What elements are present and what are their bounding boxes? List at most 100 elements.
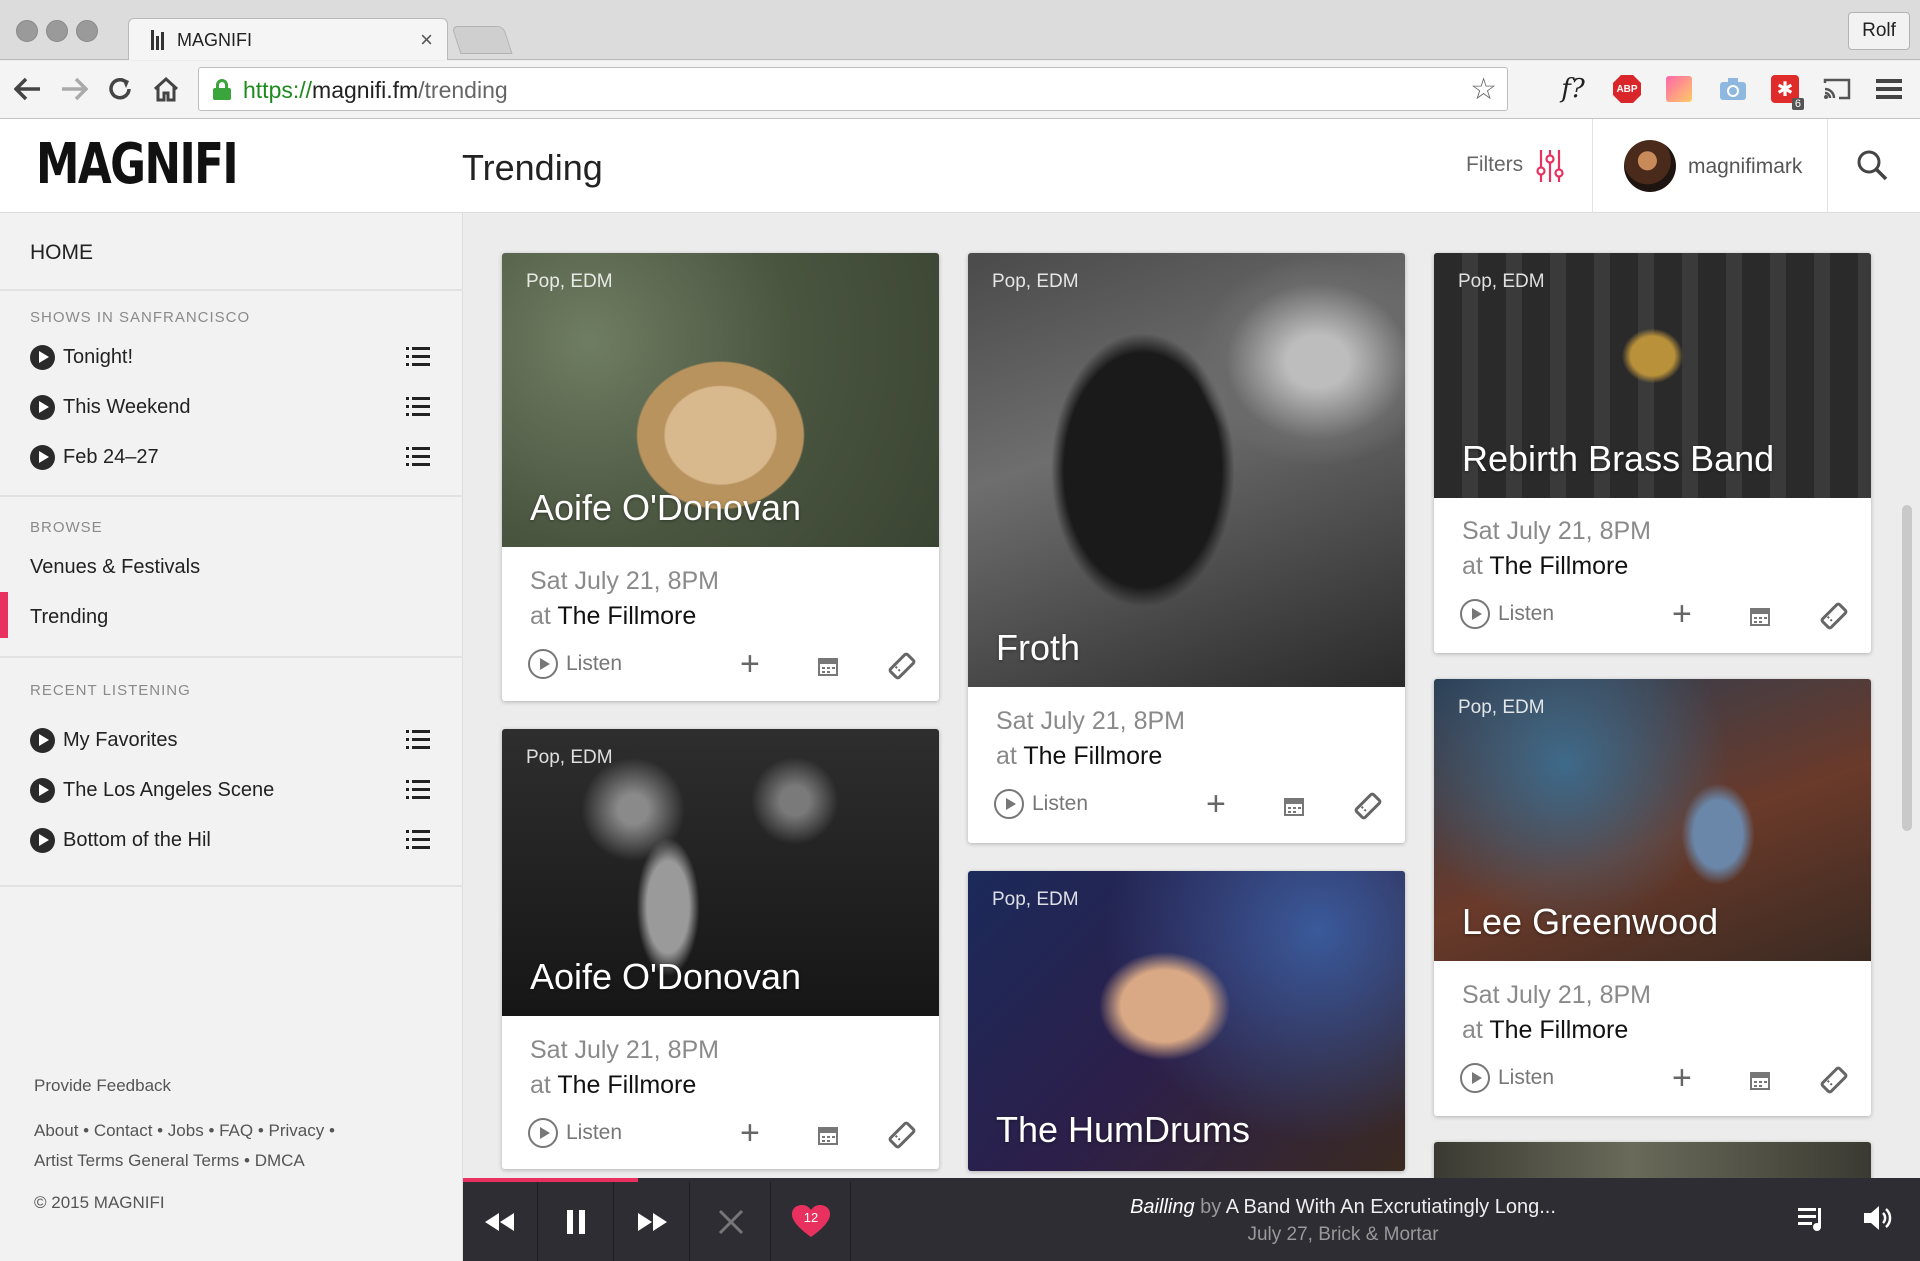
event-venue[interactable]: at The Fillmore xyxy=(996,742,1162,771)
bookmark-star-icon[interactable]: ☆ xyxy=(1470,72,1497,107)
camera-extension-icon[interactable] xyxy=(1718,74,1748,104)
play-circle-icon[interactable] xyxy=(30,394,55,420)
menu-hamburger-icon[interactable] xyxy=(1874,74,1904,104)
event-card[interactable]: Pop, EDM The HumDrums xyxy=(968,871,1405,1171)
new-tab-button[interactable] xyxy=(451,26,513,54)
event-card[interactable]: Pop, EDM Rebirth Brass Band Sat July 21,… xyxy=(1434,253,1871,653)
artist-name[interactable]: Aoife O'Donovan xyxy=(530,487,801,529)
calendar-icon[interactable] xyxy=(818,656,838,676)
event-venue[interactable]: at The Fillmore xyxy=(530,602,696,631)
play-circle-icon[interactable] xyxy=(30,827,55,853)
add-plus-icon[interactable]: + xyxy=(1672,1059,1692,1098)
ticket-icon[interactable] xyxy=(888,652,916,680)
footer-links-row-2[interactable]: Artist Terms General Terms • DMCA xyxy=(34,1151,305,1171)
event-card[interactable]: Pop, EDM Aoife O'Donovan Sat July 21, 8P… xyxy=(502,253,939,701)
close-player-button[interactable] xyxy=(691,1182,771,1261)
username-label[interactable]: magnifimark xyxy=(1688,155,1802,179)
window-minimize-button[interactable] xyxy=(46,20,68,42)
add-plus-icon[interactable]: + xyxy=(740,1114,760,1153)
sidebar-item-trending[interactable]: Trending xyxy=(30,606,108,629)
window-close-button[interactable] xyxy=(16,20,38,42)
event-venue[interactable]: at The Fillmore xyxy=(530,1071,696,1100)
search-icon[interactable] xyxy=(1856,149,1888,181)
play-circle-icon[interactable] xyxy=(30,727,55,753)
ticket-icon[interactable] xyxy=(1820,1066,1848,1094)
listen-button[interactable]: Listen xyxy=(528,649,622,679)
play-circle-icon[interactable] xyxy=(30,344,55,370)
artist-name[interactable]: The HumDrums xyxy=(996,1109,1250,1151)
list-icon[interactable] xyxy=(406,446,430,468)
genre-label: Pop, EDM xyxy=(1458,271,1545,292)
address-bar[interactable]: https://magnifi.fm/trending ☆ xyxy=(198,67,1508,111)
ticket-icon[interactable] xyxy=(1820,602,1848,630)
fast-forward-button[interactable] xyxy=(615,1182,690,1261)
now-playing-title[interactable]: Bailling by A Band With An Excrutiatingl… xyxy=(463,1196,1823,1219)
calendar-icon[interactable] xyxy=(1750,1070,1770,1090)
user-avatar[interactable] xyxy=(1624,140,1676,192)
pause-button[interactable] xyxy=(539,1182,614,1261)
ticket-icon[interactable] xyxy=(1354,792,1382,820)
tab-close-icon[interactable]: × xyxy=(420,27,433,53)
puzzle-extension-icon[interactable]: ✱ 6 xyxy=(1770,74,1804,110)
listen-button[interactable]: Listen xyxy=(1460,1063,1554,1093)
color-extension-icon[interactable] xyxy=(1664,74,1694,104)
play-circle-icon[interactable] xyxy=(30,777,55,803)
magnifi-logo[interactable]: MAGNIFI xyxy=(36,137,239,193)
filters-label[interactable]: Filters xyxy=(1466,153,1523,177)
add-plus-icon[interactable]: + xyxy=(740,645,760,684)
listen-button[interactable]: Listen xyxy=(994,789,1088,819)
browser-tab[interactable]: MAGNIFI × xyxy=(128,18,448,60)
reload-icon[interactable] xyxy=(102,71,138,107)
provide-feedback-link[interactable]: Provide Feedback xyxy=(34,1076,171,1096)
footer-links-row-1[interactable]: About • Contact • Jobs • FAQ • Privacy • xyxy=(34,1121,335,1141)
add-plus-icon[interactable]: + xyxy=(1206,785,1226,824)
calendar-icon[interactable] xyxy=(1750,606,1770,626)
cast-icon[interactable] xyxy=(1822,74,1852,104)
scrollbar[interactable] xyxy=(1900,503,1914,833)
event-card[interactable] xyxy=(1434,1142,1871,1178)
event-card[interactable]: Pop, EDM Aoife O'Donovan Sat July 21, 8P… xyxy=(502,729,939,1169)
profile-button[interactable]: Rolf xyxy=(1848,12,1910,50)
sidebar-item-los-angeles-scene[interactable]: The Los Angeles Scene xyxy=(30,773,430,807)
artist-name[interactable]: Aoife O'Donovan xyxy=(530,956,801,998)
forward-arrow-icon[interactable] xyxy=(56,71,92,107)
queue-icon[interactable] xyxy=(1798,1204,1824,1232)
list-icon[interactable] xyxy=(406,396,430,418)
event-venue[interactable]: at The Fillmore xyxy=(1462,1016,1628,1045)
event-card[interactable]: Pop, EDM Lee Greenwood Sat July 21, 8PM … xyxy=(1434,679,1871,1116)
artist-name[interactable]: Lee Greenwood xyxy=(1462,901,1718,943)
list-icon[interactable] xyxy=(406,779,430,801)
window-zoom-button[interactable] xyxy=(76,20,98,42)
list-icon[interactable] xyxy=(406,729,430,751)
sidebar-item-label: Bottom of the Hil xyxy=(63,828,211,851)
favorites-button[interactable]: 12 xyxy=(771,1182,851,1261)
list-icon[interactable] xyxy=(406,346,430,368)
artist-photo: Pop, EDM Aoife O'Donovan xyxy=(502,253,939,547)
play-circle-icon[interactable] xyxy=(30,444,55,470)
sidebar-item-my-favorites[interactable]: My Favorites xyxy=(30,723,430,757)
filters-sliders-icon[interactable] xyxy=(1536,149,1564,183)
sidebar-item-bottom-of-the-hil[interactable]: Bottom of the Hil xyxy=(30,823,430,857)
event-venue[interactable]: at The Fillmore xyxy=(1462,552,1628,581)
add-plus-icon[interactable]: + xyxy=(1672,595,1692,634)
rewind-button[interactable] xyxy=(463,1182,538,1261)
list-icon[interactable] xyxy=(406,829,430,851)
listen-button[interactable]: Listen xyxy=(528,1118,622,1148)
calendar-icon[interactable] xyxy=(818,1125,838,1145)
sidebar-item-tonight[interactable]: Tonight! xyxy=(30,340,430,374)
home-icon[interactable] xyxy=(148,71,184,107)
volume-icon[interactable] xyxy=(1864,1204,1894,1232)
sidebar-item-venues-festivals[interactable]: Venues & Festivals xyxy=(30,556,200,579)
adblock-icon[interactable]: ABP xyxy=(1612,74,1642,104)
artist-name[interactable]: Froth xyxy=(996,627,1080,669)
artist-name[interactable]: Rebirth Brass Band xyxy=(1462,438,1774,480)
sidebar-item-home[interactable]: HOME xyxy=(30,241,93,265)
back-arrow-icon[interactable] xyxy=(10,71,46,107)
calendar-icon[interactable] xyxy=(1284,796,1304,816)
sidebar-item-this-weekend[interactable]: This Weekend xyxy=(30,390,430,424)
sidebar-item-feb-24-27[interactable]: Feb 24–27 xyxy=(30,440,430,474)
fquery-extension-icon[interactable]: f? xyxy=(1558,74,1588,104)
event-card[interactable]: Pop, EDM Froth Sat July 21, 8PM at The F… xyxy=(968,253,1405,843)
ticket-icon[interactable] xyxy=(888,1121,916,1149)
listen-button[interactable]: Listen xyxy=(1460,599,1554,629)
